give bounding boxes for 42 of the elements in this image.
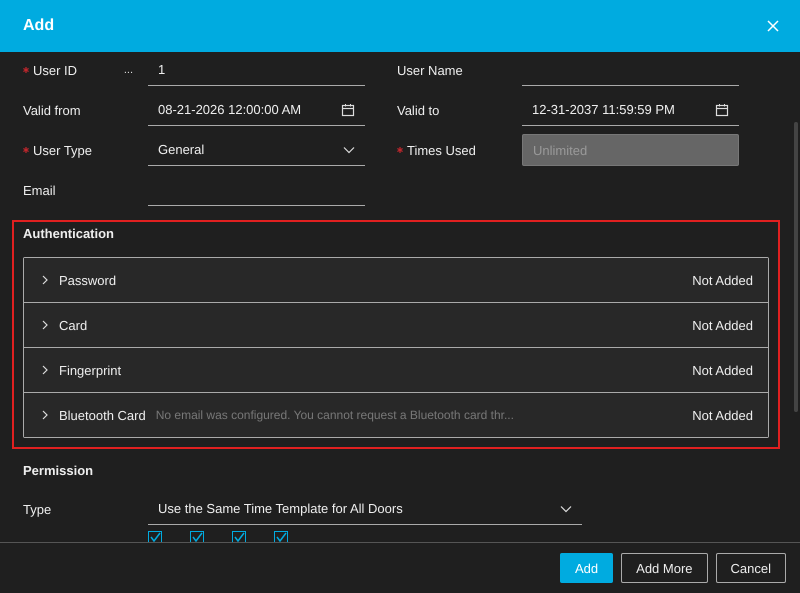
checkbox[interactable] <box>190 531 204 542</box>
checkbox[interactable] <box>148 531 162 542</box>
status-text: Not Added <box>692 408 753 422</box>
field-label: User Type <box>33 142 92 158</box>
calendar-icon[interactable] <box>341 102 355 116</box>
date-field[interactable]: 12-31-2037 11:59:59 PM <box>522 94 739 126</box>
auth-method-row[interactable]: Bluetooth Card No email was configured. You cannot request a Bluetooth card thr... Not Added <box>24 392 768 437</box>
field-label: Times Used <box>407 142 476 158</box>
checkbox[interactable] <box>232 531 246 542</box>
field-label: Valid to <box>397 102 440 118</box>
section-title: Permission <box>23 463 94 478</box>
dialog-button[interactable]: Add More <box>621 553 708 583</box>
more-button[interactable]: ... <box>124 64 133 76</box>
chevron-down-icon[interactable] <box>343 146 355 154</box>
hint-text: No email was configured. You cannot request a Bluetooth card thr... <box>156 408 515 422</box>
date-field[interactable]: 08-21-2026 12:00:00 AM <box>148 94 365 126</box>
chevron-icon[interactable] <box>41 410 49 420</box>
checkbox[interactable] <box>274 531 288 542</box>
auth-method-row[interactable]: Fingerprint Not Added <box>24 347 768 392</box>
dialog-button[interactable]: Cancel <box>716 553 786 583</box>
field-label: Email <box>23 182 56 198</box>
status-text: Not Added <box>692 362 753 378</box>
chevron-icon[interactable] <box>41 365 49 375</box>
scrollbar[interactable] <box>794 122 798 412</box>
auth-method-row[interactable]: Password Not Added <box>24 258 768 302</box>
field-label: Valid from <box>23 102 81 118</box>
status-text: Not Added <box>692 272 753 288</box>
status-text: Not Added <box>692 318 753 332</box>
input-field[interactable]: 1 <box>148 54 365 86</box>
chevron-icon[interactable] <box>41 275 49 285</box>
select-field[interactable]: Use the Same Time Template for All Doors <box>148 493 582 525</box>
field-label: Type <box>23 502 52 516</box>
section-title: Authentication <box>23 226 115 241</box>
calendar-icon[interactable] <box>715 102 729 116</box>
field-label: User ID <box>33 62 78 78</box>
select-field[interactable]: General <box>148 134 365 166</box>
close-icon[interactable] <box>766 19 780 33</box>
chevron-icon[interactable] <box>41 320 49 330</box>
chevron-down-icon[interactable] <box>560 504 572 512</box>
auth-method-row[interactable]: Card Not Added <box>24 302 768 347</box>
field-label: User Name <box>397 62 463 78</box>
window-title: Add <box>23 17 54 35</box>
